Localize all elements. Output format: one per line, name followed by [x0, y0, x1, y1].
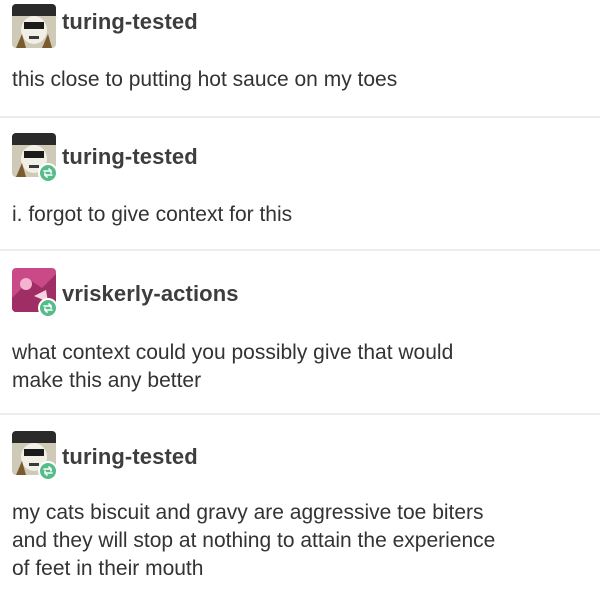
post-divider: [0, 249, 600, 251]
post-username[interactable]: turing-tested: [62, 9, 198, 35]
post-body-text: what context could you possibly give tha…: [12, 339, 592, 395]
skull-avatar-icon[interactable]: [12, 4, 56, 48]
post-username[interactable]: turing-tested: [62, 144, 198, 170]
post-body-line: and they will stop at nothing to attain …: [12, 529, 496, 552]
post-body-line: what context could you possibly give tha…: [12, 341, 454, 364]
post-body-text: my cats biscuit and gravy are aggressive…: [12, 499, 592, 583]
post-divider: [0, 116, 600, 118]
post-body-text: i. forgot to give context for this: [12, 203, 293, 226]
post-body-line: of feet in their mouth: [12, 557, 204, 580]
post-body-line: my cats biscuit and gravy are aggressive…: [12, 501, 484, 524]
reblog-icon: [38, 461, 58, 481]
post-username[interactable]: vriskerly-actions: [62, 281, 239, 307]
post-username[interactable]: turing-tested: [62, 444, 198, 470]
post-body-line: make this any better: [12, 369, 202, 392]
post-divider: [0, 413, 600, 415]
reblog-icon: [38, 163, 58, 183]
reblog-icon: [38, 298, 58, 318]
post-body-text: this close to putting hot sauce on my to…: [12, 68, 398, 91]
